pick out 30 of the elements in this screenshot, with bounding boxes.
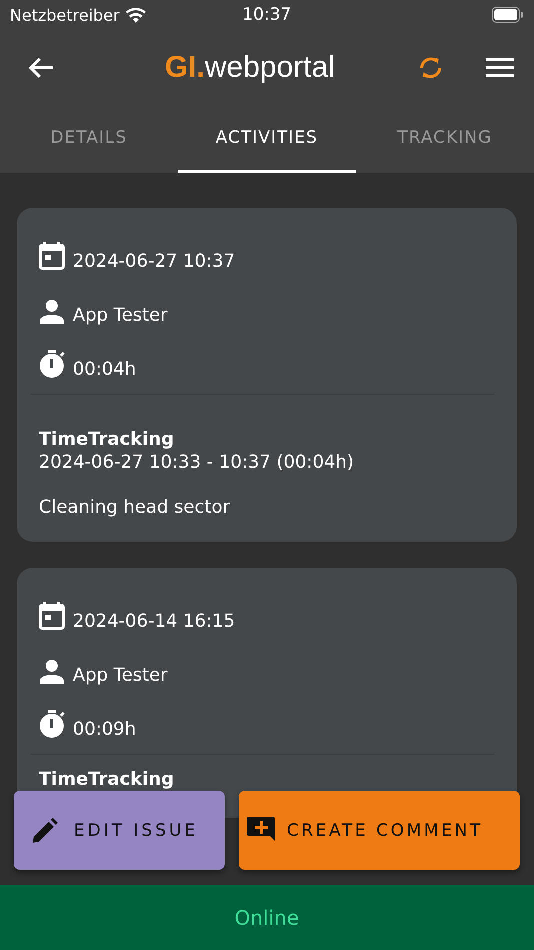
activity-date: 2024-06-27 10:37 bbox=[73, 251, 236, 272]
activity-user: App Tester bbox=[73, 665, 168, 686]
activity-duration: 00:09h bbox=[73, 719, 136, 740]
activity-title: TimeTracking bbox=[39, 769, 176, 790]
calendar-icon bbox=[39, 242, 65, 270]
pencil-icon bbox=[32, 818, 58, 844]
back-arrow-icon[interactable] bbox=[28, 56, 54, 78]
person-icon bbox=[39, 660, 65, 684]
app-logo: GI.webportal bbox=[164, 50, 336, 84]
battery-icon bbox=[492, 7, 524, 23]
tab[interactable]: DETAILS bbox=[2, 105, 176, 173]
activity-user: App Tester bbox=[73, 305, 168, 326]
stopwatch-icon bbox=[39, 710, 65, 738]
menu-icon[interactable] bbox=[486, 58, 514, 78]
stopwatch-icon bbox=[39, 350, 65, 378]
tab[interactable]: ACTIVITIES bbox=[178, 105, 356, 173]
calendar-icon bbox=[39, 602, 65, 630]
wifi-icon bbox=[126, 8, 146, 22]
activity-title: TimeTracking bbox=[39, 429, 176, 450]
person-icon bbox=[39, 300, 65, 324]
activity-date: 2024-06-14 16:15 bbox=[73, 611, 236, 632]
clock-time: 10:37 bbox=[242, 5, 292, 25]
carrier-name: Netzbetreiber bbox=[10, 6, 120, 24]
edit-issue-button[interactable]: EDIT ISSUE bbox=[14, 791, 225, 870]
activity-duration: 00:04h bbox=[73, 359, 136, 380]
activity-description: Cleaning head sector bbox=[39, 497, 232, 518]
create-comment-button[interactable]: CREATE COMMENT bbox=[239, 791, 520, 870]
activity-time-range: 2024-06-27 10:33 - 10:37 (00:04h) bbox=[39, 452, 356, 473]
tab[interactable]: TRACKING bbox=[358, 105, 532, 173]
connection-status: Online bbox=[234, 906, 300, 930]
